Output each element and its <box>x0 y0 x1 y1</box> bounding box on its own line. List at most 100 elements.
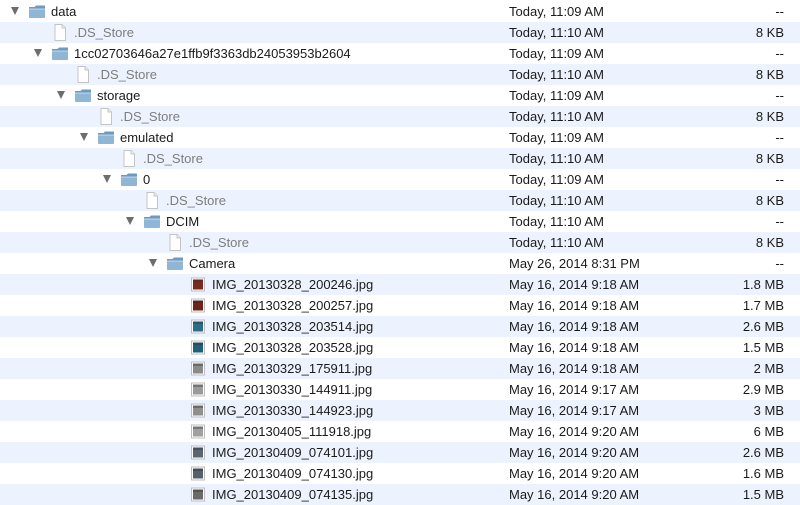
file-name: storage <box>97 88 141 103</box>
folder-row[interactable]: emulated Today, 11:09 AM -- <box>0 127 800 148</box>
file-size: 3 MB <box>753 403 784 418</box>
file-row[interactable]: IMG_20130405_111918.jpg May 16, 2014 9:20… <box>0 421 800 442</box>
file-size: -- <box>775 256 784 271</box>
date-modified: Today, 11:10 AM <box>509 151 604 166</box>
document-icon <box>120 150 138 167</box>
disclosure-triangle-open-icon[interactable] <box>126 217 134 225</box>
finder-list-view: data Today, 11:09 AM -- .DS_Store Today, 11:… <box>0 0 800 505</box>
document-icon <box>74 66 92 83</box>
file-name: 1cc02703646a27e1ffb9f3363db24053953b2604 <box>74 46 351 61</box>
folder-row[interactable]: Camera May 26, 2014 8:31 PM -- <box>0 253 800 274</box>
file-row[interactable]: .DS_Store Today, 11:10 AM 8 KB <box>0 22 800 43</box>
file-size: 8 KB <box>755 109 784 124</box>
file-size: 1.7 MB <box>742 298 784 313</box>
file-size: 2.6 MB <box>742 445 784 460</box>
folder-icon <box>74 88 92 103</box>
file-name: IMG_20130328_203514.jpg <box>212 319 374 334</box>
file-size: 1.8 MB <box>742 277 784 292</box>
file-row[interactable]: IMG_20130328_203528.jpg May 16, 2014 9:18… <box>0 337 800 358</box>
file-size: -- <box>775 172 784 187</box>
date-modified: May 16, 2014 9:20 AM <box>509 424 640 439</box>
file-size: -- <box>775 130 784 145</box>
file-name: IMG_20130328_200257.jpg <box>212 298 374 313</box>
file-name: data <box>51 4 77 19</box>
document-icon <box>51 24 69 41</box>
folder-row[interactable]: 0 Today, 11:09 AM -- <box>0 169 800 190</box>
image-thumbnail-icon <box>189 424 207 439</box>
file-name: Camera <box>189 256 236 271</box>
file-name: IMG_20130409_074130.jpg <box>212 466 374 481</box>
file-row[interactable]: IMG_20130330_144911.jpg May 16, 2014 9:17… <box>0 379 800 400</box>
disclosure-triangle-open-icon[interactable] <box>80 133 88 141</box>
file-row[interactable]: .DS_Store Today, 11:10 AM 8 KB <box>0 64 800 85</box>
folder-icon <box>166 256 184 271</box>
file-size: 8 KB <box>755 235 784 250</box>
date-modified: May 16, 2014 9:17 AM <box>509 403 640 418</box>
image-thumbnail-icon <box>189 298 207 313</box>
file-row[interactable]: .DS_Store Today, 11:10 AM 8 KB <box>0 190 800 211</box>
disclosure-triangle-open-icon[interactable] <box>57 91 65 99</box>
file-name: IMG_20130330_144911.jpg <box>212 382 373 397</box>
file-row[interactable]: IMG_20130409_074135.jpg May 16, 2014 9:20… <box>0 484 800 505</box>
file-row[interactable]: .DS_Store Today, 11:10 AM 8 KB <box>0 232 800 253</box>
file-row[interactable]: IMG_20130328_203514.jpg May 16, 2014 9:18… <box>0 316 800 337</box>
image-thumbnail-icon <box>189 403 207 418</box>
file-row[interactable]: IMG_20130330_144923.jpg May 16, 2014 9:17… <box>0 400 800 421</box>
date-modified: Today, 11:09 AM <box>509 4 604 19</box>
file-size: 2 MB <box>753 361 784 376</box>
date-modified: May 16, 2014 9:20 AM <box>509 487 640 502</box>
disclosure-triangle-open-icon[interactable] <box>103 175 111 183</box>
folder-icon <box>51 46 69 61</box>
file-name: .DS_Store <box>74 25 134 40</box>
disclosure-triangle-open-icon[interactable] <box>11 7 19 15</box>
file-row[interactable]: IMG_20130409_074130.jpg May 16, 2014 9:20… <box>0 463 800 484</box>
file-name: .DS_Store <box>120 109 180 124</box>
file-name: emulated <box>120 130 174 145</box>
file-row[interactable]: .DS_Store Today, 11:10 AM 8 KB <box>0 148 800 169</box>
document-icon <box>97 108 115 125</box>
date-modified: Today, 11:10 AM <box>509 214 604 229</box>
file-row[interactable]: .DS_Store Today, 11:10 AM 8 KB <box>0 106 800 127</box>
file-size: 8 KB <box>755 151 784 166</box>
file-size: 2.6 MB <box>742 319 784 334</box>
disclosure-triangle-open-icon[interactable] <box>149 259 157 267</box>
file-size: 6 MB <box>753 424 784 439</box>
document-icon <box>166 234 184 251</box>
file-name: IMG_20130409_074135.jpg <box>212 487 374 502</box>
date-modified: May 26, 2014 8:31 PM <box>509 256 640 271</box>
file-row[interactable]: IMG_20130409_074101.jpg May 16, 2014 9:20… <box>0 442 800 463</box>
file-name: IMG_20130328_203528.jpg <box>212 340 374 355</box>
disclosure-triangle-open-icon[interactable] <box>34 49 42 57</box>
folder-icon <box>143 214 161 229</box>
image-thumbnail-icon <box>189 445 207 460</box>
date-modified: Today, 11:10 AM <box>509 25 604 40</box>
file-name: IMG_20130330_144923.jpg <box>212 403 374 418</box>
folder-row[interactable]: 1cc02703646a27e1ffb9f3363db24053953b2604… <box>0 43 800 64</box>
folder-row[interactable]: DCIM Today, 11:10 AM -- <box>0 211 800 232</box>
document-icon <box>143 192 161 209</box>
date-modified: Today, 11:10 AM <box>509 235 604 250</box>
date-modified: May 16, 2014 9:18 AM <box>509 340 640 355</box>
image-thumbnail-icon <box>189 340 207 355</box>
date-modified: Today, 11:09 AM <box>509 172 604 187</box>
date-modified: Today, 11:10 AM <box>509 193 604 208</box>
image-thumbnail-icon <box>189 466 207 481</box>
folder-row[interactable]: data Today, 11:09 AM -- <box>0 1 800 22</box>
file-row[interactable]: IMG_20130329_175911.jpg May 16, 2014 9:18… <box>0 358 800 379</box>
file-row[interactable]: IMG_20130328_200246.jpg May 16, 2014 9:18… <box>0 274 800 295</box>
file-name: .DS_Store <box>97 67 157 82</box>
file-size: -- <box>775 46 784 61</box>
image-thumbnail-icon <box>189 361 207 376</box>
file-size: -- <box>775 88 784 103</box>
date-modified: May 16, 2014 9:17 AM <box>509 382 640 397</box>
file-row[interactable]: IMG_20130328_200257.jpg May 16, 2014 9:18… <box>0 295 800 316</box>
file-size: -- <box>775 4 784 19</box>
folder-row[interactable]: storage Today, 11:09 AM -- <box>0 85 800 106</box>
date-modified: Today, 11:10 AM <box>509 109 604 124</box>
file-name: IMG_20130329_175911.jpg <box>212 361 373 376</box>
file-size: 2.9 MB <box>742 382 784 397</box>
folder-icon <box>28 4 46 19</box>
file-size: -- <box>775 214 784 229</box>
file-name: IMG_20130405_111918.jpg <box>212 424 372 439</box>
file-size: 8 KB <box>755 67 784 82</box>
